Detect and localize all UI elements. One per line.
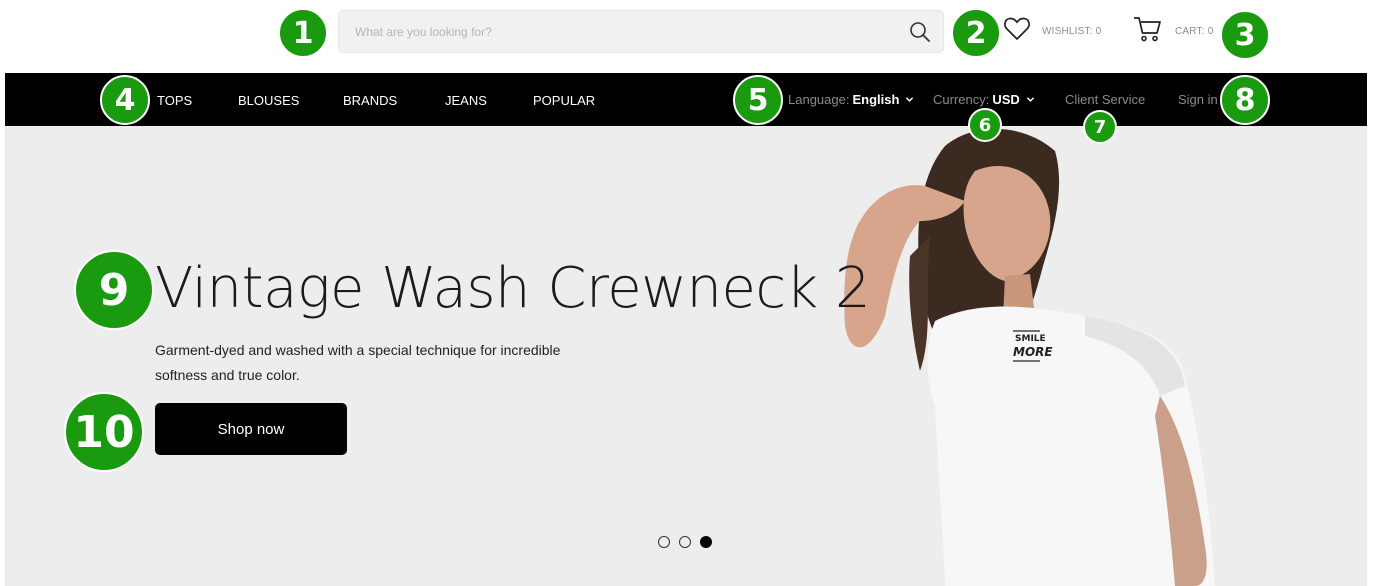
annotation-marker-9: 9: [74, 250, 154, 330]
nav-item-tops[interactable]: TOPS: [157, 93, 192, 108]
wishlist-count: WISHLIST: 0: [1042, 25, 1102, 37]
annotation-marker-8: 8: [1220, 75, 1270, 125]
cart-icon: [1133, 15, 1163, 48]
currency-label: Currency:: [933, 92, 990, 107]
chevron-down-icon: [906, 97, 914, 102]
search-icon[interactable]: [909, 21, 931, 43]
wishlist-link[interactable]: WISHLIST: 0: [1003, 16, 1101, 46]
model-image: SMILE MORE: [825, 126, 1367, 586]
language-label: Language:: [788, 92, 850, 107]
carousel-dots: [658, 536, 712, 548]
hero-title: Vintage Wash Crewneck 2: [155, 256, 871, 321]
annotation-marker-3: 3: [1220, 10, 1270, 60]
language-value: English: [852, 92, 900, 107]
top-header: WISHLIST: 0 CART: 0: [0, 0, 1378, 73]
nav-item-brands[interactable]: BRANDS: [343, 93, 397, 108]
shirt-print-bottom: MORE: [1013, 345, 1053, 359]
currency-selector[interactable]: Currency: USD: [933, 92, 1035, 107]
annotation-marker-10: 10: [64, 392, 144, 472]
annotation-marker-1: 1: [278, 8, 328, 58]
nav-item-jeans[interactable]: JEANS: [445, 93, 487, 108]
sign-in-link[interactable]: Sign in: [1178, 92, 1218, 107]
language-selector[interactable]: Language: English: [788, 92, 914, 107]
nav-item-popular[interactable]: POPULAR: [533, 93, 595, 108]
annotation-marker-7: 7: [1083, 110, 1117, 144]
nav-item-blouses[interactable]: BLOUSES: [238, 93, 299, 108]
cart-count: CART: 0: [1175, 25, 1214, 37]
main-nav: TOPS BLOUSES BRANDS JEANS POPULAR Langua…: [5, 73, 1367, 126]
page: WISHLIST: 0 CART: 0 TOPS BLOUSES BRANDS …: [0, 0, 1378, 586]
cart-link[interactable]: CART: 0: [1133, 16, 1213, 46]
shop-now-button[interactable]: Shop now: [155, 403, 347, 455]
hero-description: Garment-dyed and washed with a special t…: [155, 342, 561, 383]
search-box[interactable]: [338, 10, 944, 53]
annotation-marker-4: 4: [100, 75, 150, 125]
annotation-marker-2: 2: [951, 8, 1001, 58]
hero-banner: SMILE MORE Vintage Wash Crewneck 2 Garme…: [5, 126, 1367, 586]
search-input[interactable]: [355, 11, 895, 52]
chevron-down-icon: [1026, 97, 1034, 102]
carousel-dot-2[interactable]: [679, 536, 691, 548]
client-service-link[interactable]: Client Service: [1065, 92, 1145, 107]
carousel-dot-3[interactable]: [700, 536, 712, 548]
shirt-print-top: SMILE: [1015, 334, 1046, 344]
carousel-dot-1[interactable]: [658, 536, 670, 548]
annotation-marker-6: 6: [968, 108, 1002, 142]
heart-icon: [1003, 16, 1031, 47]
annotation-marker-5: 5: [733, 75, 783, 125]
currency-value: USD: [992, 92, 1020, 107]
